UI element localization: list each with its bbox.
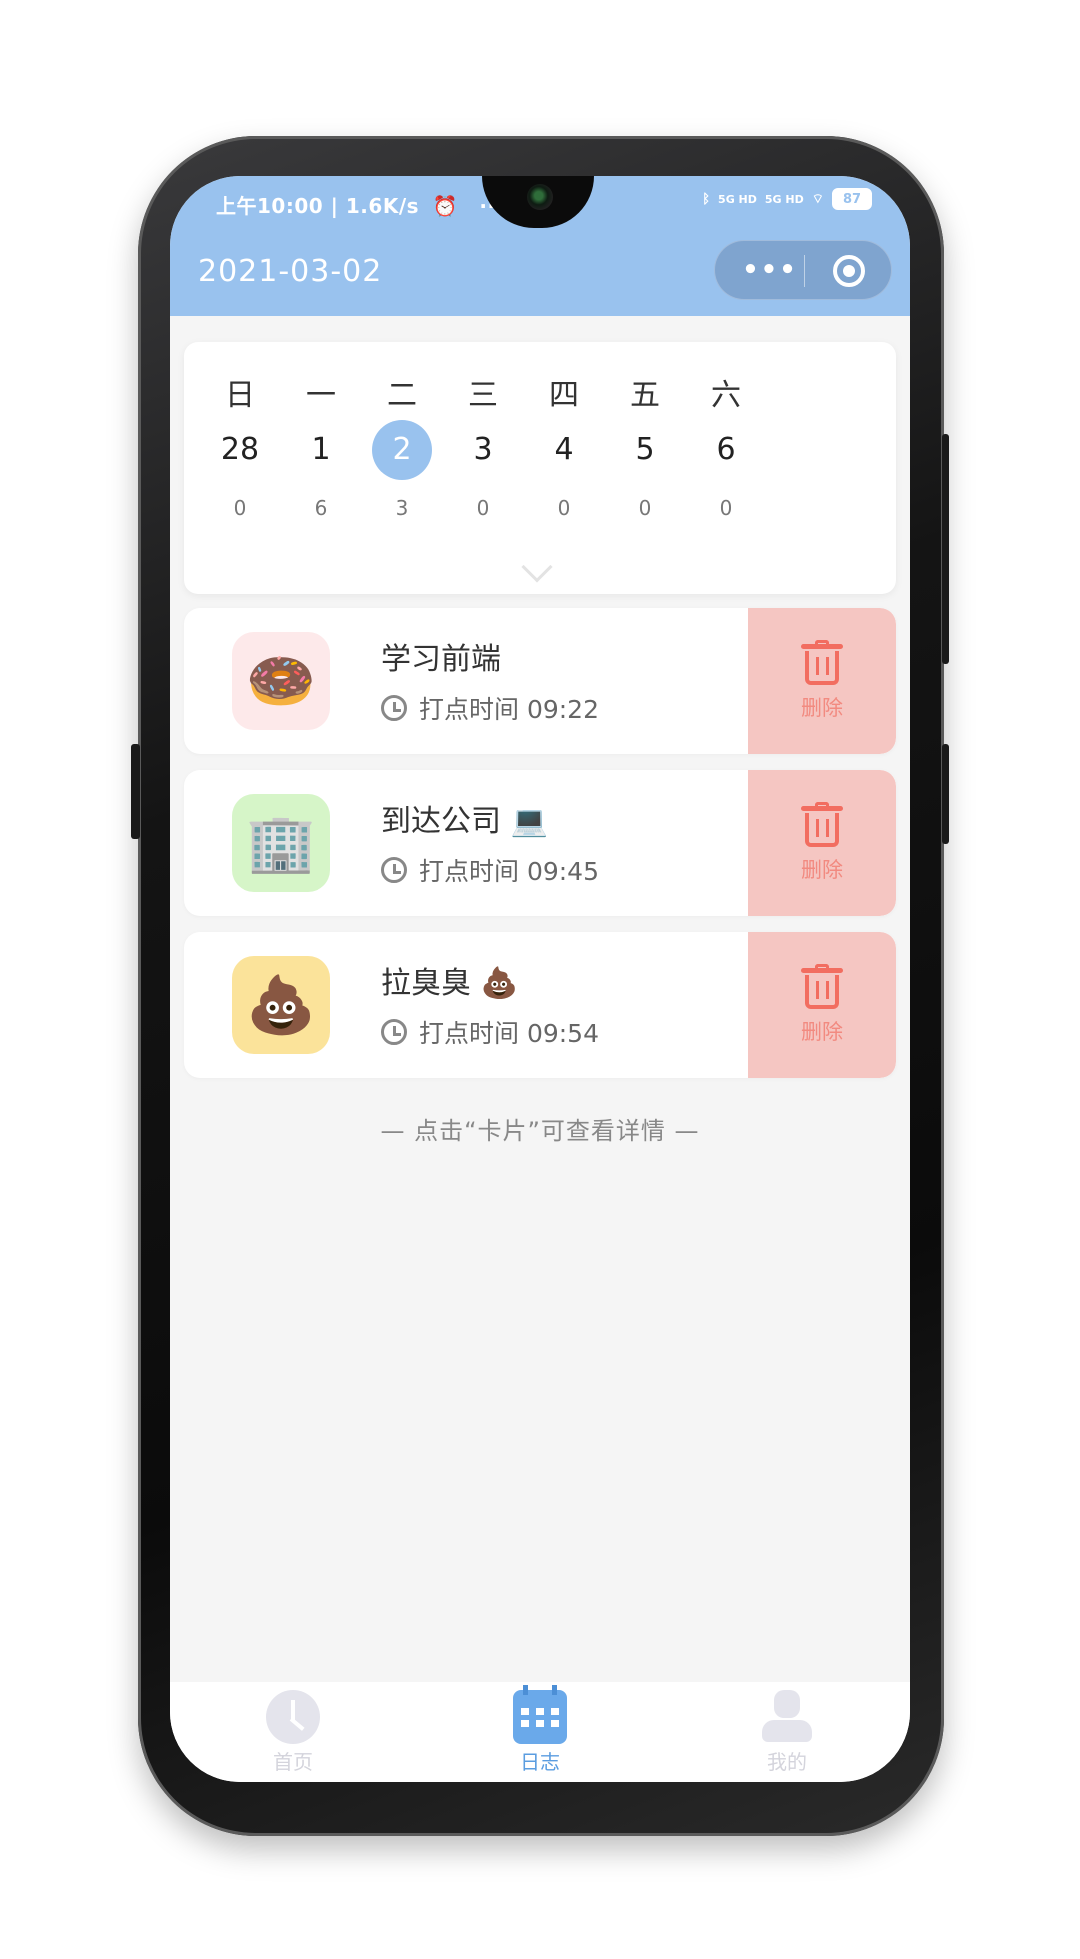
status-bar-left: 上午10:00 | 1.6K/s ⏰ ··· bbox=[216, 190, 504, 219]
capsule-divider bbox=[804, 255, 805, 287]
clock-icon bbox=[266, 1690, 320, 1744]
tab-label: 首页 bbox=[273, 1750, 313, 1774]
office-icon: 🏢 bbox=[232, 794, 330, 892]
battery-icon: 87 bbox=[832, 188, 872, 210]
tab-bar: 首页 日志 我的 bbox=[170, 1682, 910, 1782]
history-icon bbox=[381, 695, 407, 721]
power-button bbox=[942, 744, 949, 844]
day-circle: 3 bbox=[453, 420, 513, 480]
tab-mine[interactable]: 我的 bbox=[727, 1690, 847, 1775]
record-time: 打点时间 09:45 bbox=[419, 857, 599, 886]
day-circle: 28 bbox=[210, 420, 270, 480]
day-number: 6 bbox=[716, 432, 736, 467]
day-number: 28 bbox=[220, 432, 260, 467]
day-number: 3 bbox=[473, 432, 493, 467]
trash-icon bbox=[801, 964, 843, 1010]
tab-label: 日志 bbox=[520, 1750, 560, 1774]
record-card[interactable]: 🏢 到达公司 💻 打点时间 09:45 删除 bbox=[184, 770, 896, 916]
record-title: 拉臭臭 💩 bbox=[381, 966, 518, 1001]
record-time: 打点时间 09:54 bbox=[419, 1019, 599, 1048]
status-bar-right: ᛒ 5G HD 5G HD ⌔ 87 bbox=[702, 188, 872, 210]
card-hint: — 点击“卡片”可查看详情 — bbox=[380, 1117, 700, 1145]
volume-button bbox=[942, 434, 949, 664]
calendar-icon bbox=[513, 1685, 567, 1744]
record-meta: 打点时间 09:54 bbox=[381, 1014, 599, 1050]
day-circle: 4 bbox=[534, 420, 594, 480]
delete-label: 删除 bbox=[801, 858, 843, 882]
more-icon[interactable]: ••• bbox=[741, 251, 799, 291]
week-calendar: 日 28 0 一 1 6 二 2 3 三 3 0 四 4 0 五 5 0 六 6… bbox=[184, 342, 896, 594]
status-time: 上午10:00 | 1.6K/s bbox=[216, 194, 420, 218]
day-circle: 5 bbox=[615, 420, 675, 480]
day-number: 4 bbox=[554, 432, 574, 467]
tab-home[interactable]: 首页 bbox=[233, 1690, 353, 1775]
bluetooth-icon: ᛒ bbox=[702, 191, 711, 207]
record-card[interactable]: 💩 拉臭臭 💩 打点时间 09:54 删除 bbox=[184, 932, 896, 1078]
chevron-down-icon[interactable] bbox=[521, 551, 553, 583]
weekday-label: 六 bbox=[711, 378, 741, 413]
record-emoji: 💩 bbox=[246, 973, 316, 1038]
user-icon bbox=[760, 1690, 814, 1744]
record-card[interactable]: 🍩 学习前端 打点时间 09:22 删除 bbox=[184, 608, 896, 754]
donut-icon: 🍩 bbox=[232, 632, 330, 730]
record-title: 到达公司 💻 bbox=[381, 804, 548, 839]
delete-button[interactable]: 删除 bbox=[748, 932, 896, 1078]
signal-icon: 5G HD bbox=[764, 192, 804, 206]
page-title: 2021-03-02 bbox=[198, 254, 383, 289]
history-icon bbox=[381, 1019, 407, 1045]
record-time: 打点时间 09:22 bbox=[419, 695, 599, 724]
delete-button[interactable]: 删除 bbox=[748, 608, 896, 754]
day-circle: 1 bbox=[291, 420, 351, 480]
day-number: 5 bbox=[635, 432, 655, 467]
day-circle: 6 bbox=[696, 420, 756, 480]
camera-icon bbox=[527, 184, 553, 210]
delete-label: 删除 bbox=[801, 696, 843, 720]
calendar-day[interactable]: 六 6 0 bbox=[676, 342, 776, 542]
tab-log[interactable]: 日志 bbox=[480, 1685, 600, 1775]
record-emoji: 🏢 bbox=[246, 811, 316, 876]
tab-label: 我的 bbox=[767, 1750, 807, 1774]
day-count: 0 bbox=[719, 496, 733, 520]
record-title: 学习前端 bbox=[381, 642, 501, 677]
side-button bbox=[131, 744, 140, 839]
trash-icon bbox=[801, 640, 843, 686]
record-meta: 打点时间 09:22 bbox=[381, 690, 599, 726]
day-number: 2 bbox=[392, 432, 412, 467]
day-number: 1 bbox=[311, 432, 331, 467]
signal-icon: 5G HD bbox=[718, 192, 757, 206]
record-emoji: 🍩 bbox=[246, 649, 316, 714]
wifi-icon: ⌔ bbox=[811, 192, 824, 207]
delete-button[interactable]: 删除 bbox=[748, 770, 896, 916]
close-miniprogram-icon[interactable] bbox=[833, 255, 865, 287]
history-icon bbox=[381, 857, 407, 883]
app-screen: 上午10:00 | 1.6K/s ⏰ ··· ᛒ 5G HD 5G HD ⌔ 8… bbox=[170, 176, 910, 1782]
miniprogram-capsule: ••• bbox=[714, 240, 892, 300]
poop-icon: 💩 bbox=[232, 956, 330, 1054]
record-meta: 打点时间 09:45 bbox=[381, 852, 599, 888]
alarm-icon: ⏰ bbox=[432, 194, 458, 218]
trash-icon bbox=[801, 802, 843, 848]
day-circle: 2 bbox=[372, 420, 432, 480]
delete-label: 删除 bbox=[801, 1020, 843, 1044]
